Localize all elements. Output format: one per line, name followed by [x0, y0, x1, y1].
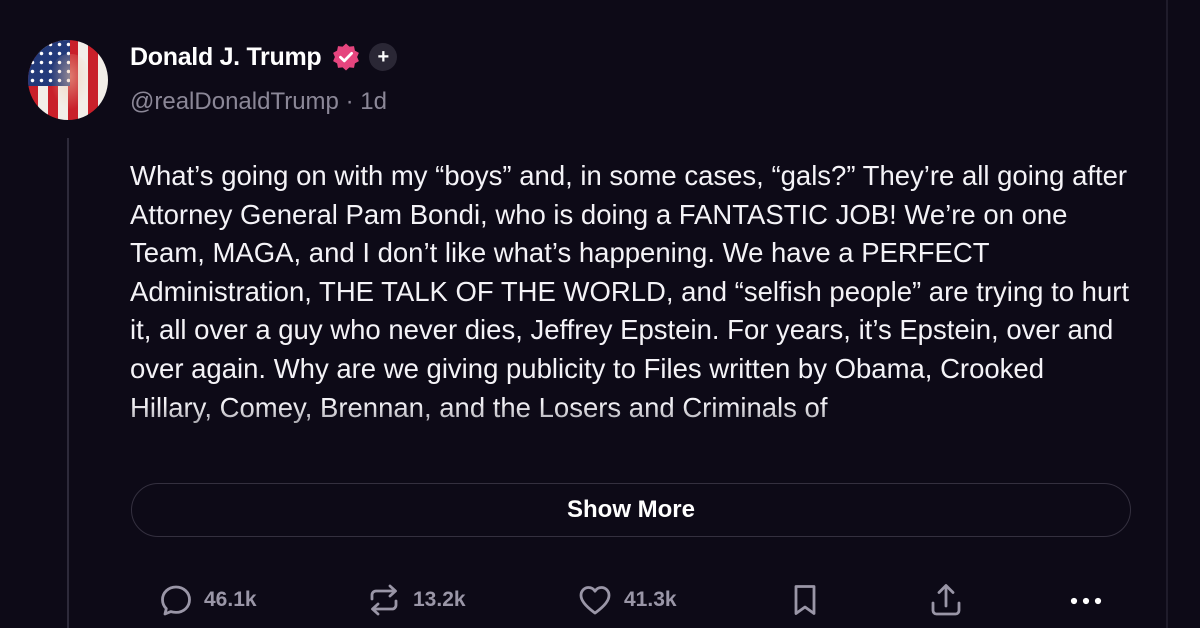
share-button[interactable] — [928, 580, 964, 620]
repost-count: 13.2k — [413, 588, 466, 611]
bookmark-button[interactable] — [788, 580, 822, 620]
author-name[interactable]: Donald J. Trump — [130, 43, 322, 72]
repost-icon — [365, 582, 403, 618]
reply-button[interactable]: 46.1k — [158, 580, 257, 620]
reply-icon — [158, 582, 194, 618]
meta-separator: · — [345, 88, 354, 115]
thread-line — [67, 138, 69, 628]
avatar[interactable] — [28, 40, 108, 120]
like-count: 41.3k — [624, 588, 677, 611]
avatar-face — [50, 54, 90, 110]
verified-badge-icon[interactable] — [331, 42, 361, 72]
plus-icon[interactable]: + — [369, 43, 398, 71]
share-icon — [928, 581, 964, 619]
like-button[interactable]: 41.3k — [576, 580, 677, 620]
column-border — [1166, 0, 1168, 628]
author-meta: @realDonaldTrump · 1d — [130, 88, 387, 116]
action-bar: 46.1k 13.2k 41.3k — [0, 580, 1200, 620]
bookmark-icon — [788, 582, 822, 618]
post-text: What’s going on with my “boys” and, in s… — [130, 160, 1130, 423]
author-handle[interactable]: @realDonaldTrump — [130, 88, 339, 115]
more-options-button[interactable] — [1066, 580, 1106, 620]
more-icon — [1066, 582, 1106, 618]
post-time[interactable]: 1d — [360, 88, 387, 115]
reply-count: 46.1k — [204, 588, 257, 611]
like-icon — [576, 582, 614, 618]
author-name-row: Donald J. Trump + — [130, 40, 398, 74]
repost-button[interactable]: 13.2k — [365, 580, 466, 620]
show-more-button[interactable]: Show More — [131, 483, 1131, 537]
